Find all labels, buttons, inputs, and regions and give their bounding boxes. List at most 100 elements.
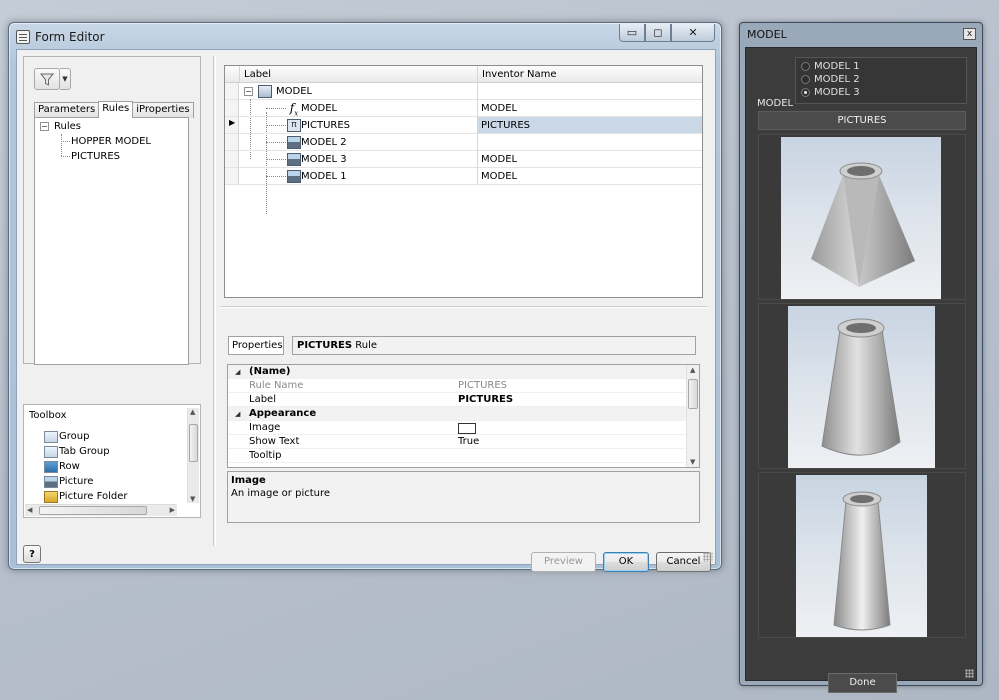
minimize-button[interactable]: ▭ (619, 24, 645, 42)
toolbox-vertical-scrollbar[interactable]: ▲ ▼ (187, 408, 199, 503)
radio-model-2[interactable]: MODEL 2 (801, 73, 860, 86)
close-button[interactable]: ✕ (671, 24, 715, 42)
filter-icon (40, 73, 54, 86)
toolbox: Toolbox Group Tab Group Row Picture Pict… (23, 404, 201, 518)
resize-grip[interactable] (703, 552, 713, 562)
maximize-button[interactable]: ◻ (645, 24, 671, 42)
grid-row[interactable]: MODEL 2 (225, 134, 702, 151)
radio-selected-icon (801, 88, 810, 97)
model-radio-group: MODEL 1 MODEL 2 MODEL 3 (795, 57, 967, 104)
tab-parameters[interactable]: Parameters (34, 102, 100, 118)
radio-model-3[interactable]: MODEL 3 (801, 86, 860, 99)
row-label: MODEL 1 (301, 171, 347, 182)
picture-icon (287, 170, 301, 183)
scroll-left-icon: ◀ (27, 506, 33, 514)
form-tree-grid: Label Inventor Name − MODEL fx MODEL MOD… (224, 65, 703, 298)
property-category-name[interactable]: ◢ (Name) (228, 365, 686, 379)
radio-circle-icon (801, 62, 810, 71)
row-inventor-name (477, 134, 702, 151)
toolbox-item-group[interactable]: Group (44, 429, 89, 444)
property-row-label[interactable]: Label PICTURES (228, 393, 686, 407)
picture-icon (287, 153, 301, 166)
pictures-button[interactable]: PICTURES (758, 111, 966, 130)
filter-dropdown-arrow[interactable]: ▼ (60, 68, 71, 90)
help-button[interactable]: ? (23, 545, 41, 563)
tree-root-rules[interactable]: Rules (54, 119, 81, 134)
picture-panel-model-2[interactable] (758, 303, 966, 469)
window-title: Form Editor (35, 30, 105, 44)
done-button[interactable]: Done (828, 673, 897, 693)
property-row-rule-name[interactable]: Rule Name PICTURES (228, 379, 686, 393)
properties-header: PICTURES Rule (292, 336, 696, 355)
scroll-down-icon: ▼ (690, 458, 696, 466)
grid-row-selected[interactable]: ▶ π PICTURES PICTURES (225, 117, 702, 134)
tree-item-pictures[interactable]: PICTURES (71, 149, 120, 164)
picture-folder-icon (44, 490, 58, 503)
picture-folder-icon: π (287, 119, 301, 132)
property-row-image[interactable]: Image (228, 421, 686, 435)
form-editor-client: ▼ Parameters Rules iProperties − Rules H… (16, 49, 716, 572)
property-row-show-text[interactable]: Show Text True (228, 435, 686, 449)
toolbox-item-picture-folder[interactable]: Picture Folder (44, 489, 127, 504)
scroll-up-icon: ▲ (690, 366, 696, 374)
collapse-icon[interactable]: − (40, 122, 49, 131)
toolbox-horizontal-scrollbar[interactable]: ◀ ▶ (25, 504, 177, 516)
picture-panel-model-1[interactable] (758, 134, 966, 300)
grid-row[interactable]: fx MODEL MODEL (225, 100, 702, 117)
scroll-thumb (189, 424, 198, 462)
scroll-up-icon: ▲ (190, 408, 196, 416)
form-editor-titlebar[interactable]: Form Editor ▭ ◻ ✕ (9, 23, 721, 49)
properties-tab[interactable]: Properties (228, 336, 284, 355)
tab-rules[interactable]: Rules (98, 101, 134, 118)
picture-icon (44, 475, 58, 488)
preview-button[interactable]: Preview (531, 552, 596, 572)
row-icon (44, 460, 58, 473)
picture-panel-model-3[interactable] (758, 472, 966, 638)
scroll-thumb (688, 379, 698, 409)
row-label: MODEL (301, 103, 338, 114)
row-inventor-name: PICTURES (477, 117, 702, 134)
left-pane: ▼ Parameters Rules iProperties − Rules H… (23, 56, 201, 365)
model-dialog: MODEL x MODEL MODEL 1 MODEL 2 MODEL 3 PI… (739, 22, 983, 693)
property-row-tooltip[interactable]: Tooltip (228, 449, 686, 463)
column-inventor-name[interactable]: Inventor Name (477, 66, 702, 83)
model-dialog-close-button[interactable]: x (963, 28, 976, 40)
row-label: MODEL 3 (301, 154, 347, 165)
tab-group-icon (44, 445, 58, 458)
toolbox-title: Toolbox (29, 410, 67, 421)
property-description: Image An image or picture (227, 471, 700, 523)
toolbox-item-row[interactable]: Row (44, 459, 80, 474)
pane-splitter[interactable] (213, 56, 216, 546)
row-inventor-name: MODEL (477, 100, 702, 117)
column-label[interactable]: Label (239, 66, 477, 83)
model-dialog-client: MODEL MODEL 1 MODEL 2 MODEL 3 PICTURES D… (745, 47, 977, 693)
row-inventor-name (477, 83, 702, 100)
row-inventor-name: MODEL (477, 151, 702, 168)
row-label: MODEL (276, 86, 313, 97)
ok-button[interactable]: OK (603, 552, 649, 572)
form-editor-window: Form Editor ▭ ◻ ✕ ▼ Parameters Rules iPr… (8, 22, 722, 572)
image-swatch[interactable] (458, 423, 476, 434)
model-resize-grip[interactable] (965, 669, 974, 678)
grid-row[interactable]: − MODEL (225, 83, 702, 100)
expand-triangle-icon: ◢ (235, 410, 241, 418)
toolbox-item-tab-group[interactable]: Tab Group (44, 444, 110, 459)
property-category-appearance[interactable]: ◢ Appearance (228, 407, 686, 421)
scroll-right-icon: ▶ (169, 506, 175, 514)
filter-button[interactable] (34, 68, 60, 90)
group-icon (44, 430, 58, 443)
expand-triangle-icon: ◢ (235, 368, 241, 376)
collapse-icon[interactable]: − (244, 87, 253, 96)
grid-row[interactable]: MODEL 3 MODEL (225, 151, 702, 168)
horizontal-splitter[interactable] (221, 306, 707, 308)
property-grid-scrollbar[interactable]: ▲ ▼ (686, 365, 699, 467)
toolbox-item-picture[interactable]: Picture (44, 474, 93, 489)
radio-model-1[interactable]: MODEL 1 (801, 60, 860, 73)
tree-item-hopper-model[interactable]: HOPPER MODEL (71, 134, 151, 149)
radio-circle-icon (801, 75, 810, 84)
grid-row[interactable]: MODEL 1 MODEL (225, 168, 702, 185)
tab-iproperties[interactable]: iProperties (132, 102, 194, 118)
row-inventor-name: MODEL (477, 168, 702, 185)
row-label: MODEL 2 (301, 137, 347, 148)
form-editor-app-icon (16, 30, 30, 44)
